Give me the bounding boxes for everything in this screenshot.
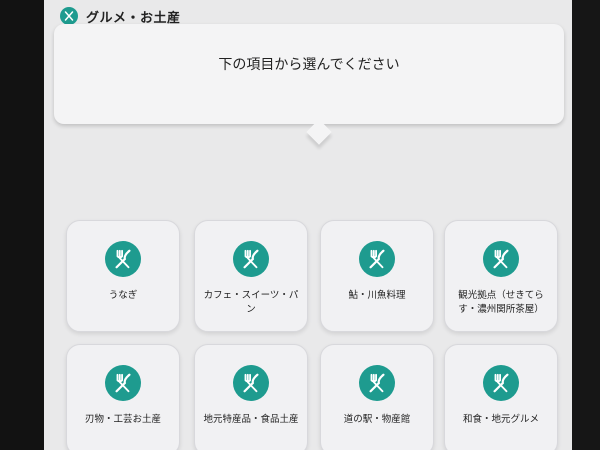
option-tile-unagi[interactable]: うなぎ [66, 220, 180, 332]
fork-knife-icon [233, 241, 269, 277]
option-tile-kanko[interactable]: 観光拠点（せきてらす・濃州関所茶屋） [444, 220, 558, 332]
device-bezel-right [572, 0, 600, 450]
option-label: 刃物・工芸お土産 [84, 414, 161, 425]
fork-knife-icon [60, 7, 78, 25]
prompt-text: 下の項目から選んでください [218, 57, 400, 73]
option-label: うなぎ [108, 290, 138, 301]
option-label: 道の駅・物産館 [343, 414, 411, 425]
option-label: 観光拠点（せきてらす・濃州関所茶屋） [458, 290, 544, 315]
option-tile-cafe[interactable]: カフェ・スイーツ・パン [194, 220, 308, 332]
category-title: グルメ・お土産 [86, 10, 181, 26]
option-tile-tokusan[interactable]: 地元特産品・食品土産 [194, 344, 308, 450]
option-tile-washoku[interactable]: 和食・地元グルメ [444, 344, 558, 450]
option-tile-hamono[interactable]: 刃物・工芸お土産 [66, 344, 180, 450]
fork-knife-icon [105, 241, 141, 277]
prompt-bubble: 下の項目から選んでください [54, 24, 564, 145]
option-label: カフェ・スイーツ・パン [203, 290, 299, 315]
fork-knife-icon [483, 241, 519, 277]
option-label: 地元特産品・食品土産 [203, 414, 299, 425]
fork-knife-icon [233, 365, 269, 401]
option-tile-ayu[interactable]: 鮎・川魚料理 [320, 220, 434, 332]
fork-knife-icon [105, 365, 141, 401]
bubble-pointer [306, 119, 332, 145]
fork-knife-icon [483, 365, 519, 401]
option-label: 鮎・川魚料理 [348, 290, 406, 301]
option-label: 和食・地元グルメ [462, 414, 539, 425]
device-bezel-left [0, 0, 44, 450]
fork-knife-icon [359, 241, 395, 277]
fork-knife-icon [359, 365, 395, 401]
option-tile-michinoeki[interactable]: 道の駅・物産館 [320, 344, 434, 450]
kiosk-screen: グルメ・お土産 下の項目から選んでください うなぎ カフェ・スイーツ・パン 鮎・… [44, 0, 572, 450]
